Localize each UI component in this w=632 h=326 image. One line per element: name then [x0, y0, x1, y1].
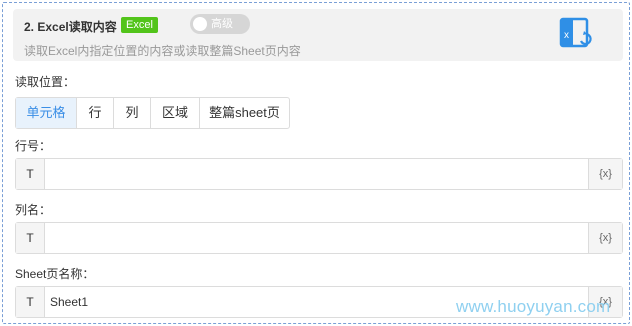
variable-insert-icon[interactable]: {x}: [588, 159, 622, 189]
option-range[interactable]: 区域: [151, 98, 200, 128]
option-row[interactable]: 行: [77, 98, 114, 128]
row-number-input[interactable]: [45, 159, 588, 189]
option-cell[interactable]: 单元格: [16, 98, 77, 128]
text-type-icon: T: [16, 287, 45, 317]
variable-insert-icon[interactable]: {x}: [588, 223, 622, 253]
svg-text:x: x: [564, 30, 569, 41]
option-whole-sheet[interactable]: 整篇sheet页: [200, 98, 289, 128]
excel-badge: Excel: [121, 17, 158, 33]
column-name-input[interactable]: [45, 223, 588, 253]
step-description: 读取Excel内指定位置的内容或读取整篇Sheet页内容: [24, 44, 301, 58]
option-column[interactable]: 列: [114, 98, 151, 128]
text-type-icon: T: [16, 223, 45, 253]
column-name-label: 列名：: [15, 203, 52, 217]
text-type-icon: T: [16, 159, 45, 189]
watermark: www.huoyuyan.com: [456, 297, 611, 316]
excel-read-panel: 2. Excel读取内容 Excel 高级 读取Excel内指定位置的内容或读取…: [2, 2, 630, 324]
read-position-label: 读取位置：: [15, 75, 76, 89]
sheet-name-label: Sheet页名称：: [15, 267, 95, 281]
row-number-field: T {x}: [15, 158, 623, 190]
step-title: 2. Excel读取内容: [24, 20, 117, 34]
advanced-toggle[interactable]: 高级: [190, 14, 250, 34]
row-number-label: 行号：: [15, 139, 52, 153]
step-header: 2. Excel读取内容 Excel 高级 读取Excel内指定位置的内容或读取…: [13, 9, 623, 61]
column-name-field: T {x}: [15, 222, 623, 254]
excel-file-icon: x: [559, 17, 592, 48]
toggle-knob: [193, 17, 207, 31]
toggle-label: 高级: [211, 18, 233, 30]
read-position-selector: 单元格 行 列 区域 整篇sheet页: [15, 97, 290, 129]
